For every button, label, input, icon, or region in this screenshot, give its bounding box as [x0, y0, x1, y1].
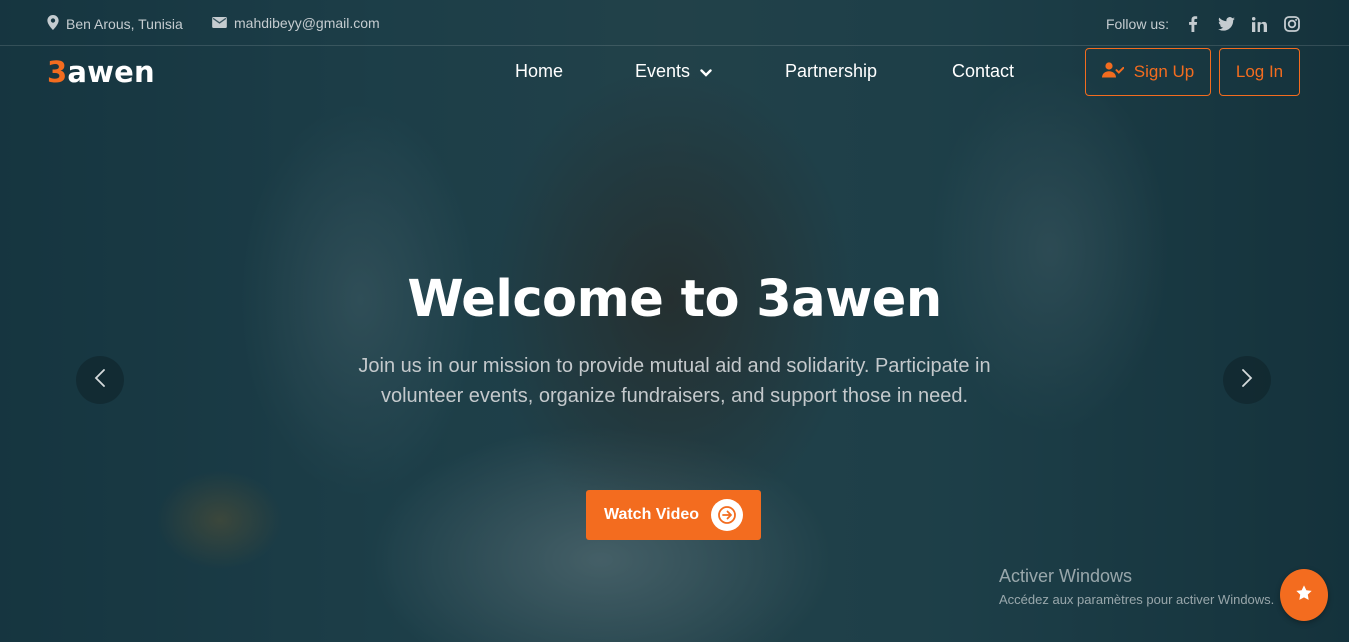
- location-text: Ben Arous, Tunisia: [66, 16, 183, 32]
- logo-text: awen: [67, 55, 155, 89]
- chevron-down-icon: [700, 61, 712, 82]
- facebook-icon[interactable]: [1184, 15, 1202, 33]
- email-info[interactable]: mahdibeyy@gmail.com: [212, 15, 380, 31]
- floating-action-button[interactable]: [1280, 569, 1328, 621]
- watch-video-button[interactable]: Watch Video: [586, 490, 761, 540]
- nav-contact[interactable]: Contact: [952, 61, 1014, 82]
- hero-description: Join us in our mission to provide mutual…: [358, 355, 991, 407]
- social-links: Follow us:: [1106, 15, 1301, 33]
- top-info-bar: Ben Arous, Tunisia mahdibeyy@gmail.com F…: [0, 0, 1349, 46]
- windows-activation-watermark: Activer Windows Accédez aux paramètres p…: [999, 566, 1274, 607]
- envelope-icon: [212, 15, 227, 31]
- map-pin-icon: [47, 15, 59, 33]
- location-info: Ben Arous, Tunisia: [47, 15, 183, 33]
- nav-partnership-label: Partnership: [785, 61, 878, 81]
- signup-label: Sign Up: [1133, 62, 1195, 81]
- login-button[interactable]: Log In: [1219, 48, 1300, 96]
- arrow-right-icon: [711, 499, 744, 531]
- signup-button[interactable]: Sign Up: [1085, 48, 1211, 96]
- linkedin-icon[interactable]: [1250, 15, 1268, 33]
- follow-label: Follow us:: [1105, 16, 1169, 32]
- hero-content: Welcome to 3awen Join us in our mission …: [0, 270, 1349, 411]
- nav-events[interactable]: Events: [635, 61, 712, 82]
- instagram-icon[interactable]: [1283, 15, 1301, 33]
- email-text: mahdibeyy@gmail.com: [234, 15, 380, 31]
- watermark-line1: Activer Windows: [999, 566, 1133, 586]
- watermark-line2: Accédez aux paramètres pour activer Wind…: [999, 592, 1275, 607]
- user-check-icon: [1101, 61, 1125, 83]
- login-label: Log In: [1235, 62, 1284, 81]
- star-icon: [1295, 584, 1313, 607]
- nav-contact-label: Contact: [952, 61, 1015, 81]
- main-navbar: 3awen Home Events Partnership Contact Si…: [0, 46, 1349, 100]
- hero-section: Ben Arous, Tunisia mahdibeyy@gmail.com F…: [0, 0, 1349, 642]
- hero-title: Welcome to 3awen: [407, 270, 942, 329]
- nav-home[interactable]: Home: [515, 61, 563, 82]
- nav-events-label: Events: [635, 61, 691, 81]
- nav-partnership[interactable]: Partnership: [785, 61, 877, 82]
- nav-home-label: Home: [515, 61, 564, 81]
- logo-accent: 3: [47, 55, 68, 89]
- brand-logo[interactable]: 3awen: [47, 55, 155, 89]
- watch-video-label: Watch Video: [603, 506, 700, 523]
- twitter-icon[interactable]: [1217, 15, 1235, 33]
